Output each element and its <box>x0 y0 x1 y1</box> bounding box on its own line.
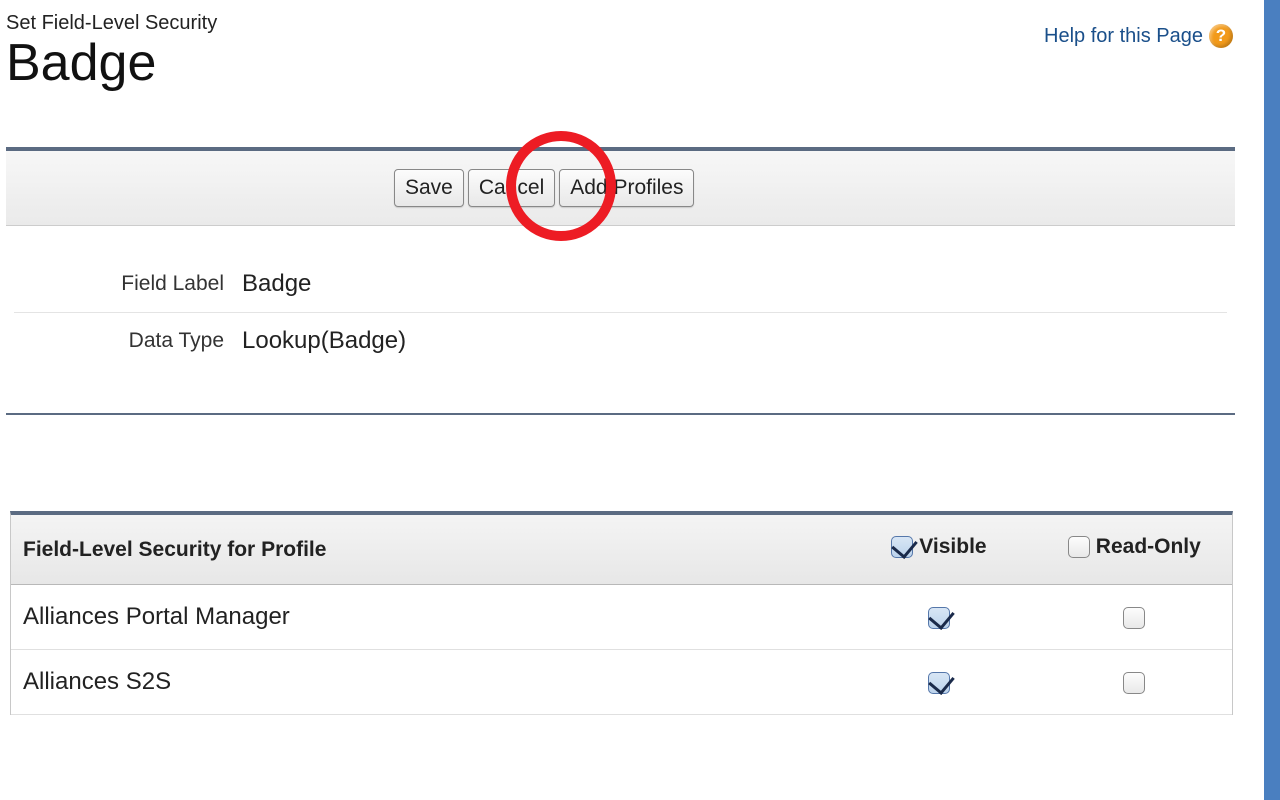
visible-cell <box>841 650 1036 715</box>
column-header-readonly: Read-Only <box>1037 515 1232 585</box>
table-row: Alliances Portal Manager <box>11 585 1232 650</box>
profile-security-table: Field-Level Security for Profile Visible… <box>11 515 1232 715</box>
scrollbar-track[interactable] <box>1264 0 1280 800</box>
field-label-name: Field Label <box>14 272 242 296</box>
visible-cell <box>841 585 1036 650</box>
visible-select-all-checkbox[interactable] <box>891 536 913 558</box>
field-detail-panel: Save Cancel Add Profiles Field Label Bad… <box>6 147 1235 415</box>
profile-security-panel: Field-Level Security for Profile Visible… <box>10 511 1233 715</box>
data-type-name: Data Type <box>14 329 242 353</box>
field-label-value: Badge <box>242 270 311 298</box>
button-bar: Save Cancel Add Profiles <box>6 151 1235 226</box>
help-link-label: Help for this Page <box>1044 25 1203 48</box>
help-for-this-page-link[interactable]: Help for this Page ? <box>1044 24 1233 48</box>
page-heading: Set Field-Level Security Badge <box>6 12 217 89</box>
column-header-profile: Field-Level Security for Profile <box>11 515 841 585</box>
profile-name-cell: Alliances Portal Manager <box>11 585 841 650</box>
cancel-button[interactable]: Cancel <box>468 169 555 207</box>
readonly-select-all-checkbox[interactable] <box>1068 536 1090 558</box>
visible-checkbox[interactable] <box>928 672 950 694</box>
add-profiles-button[interactable]: Add Profiles <box>559 169 694 207</box>
readonly-checkbox[interactable] <box>1123 672 1145 694</box>
data-type-value: Lookup(Badge) <box>242 327 406 355</box>
save-button[interactable]: Save <box>394 169 464 207</box>
readonly-cell <box>1037 650 1232 715</box>
help-icon: ? <box>1209 24 1233 48</box>
column-header-visible-label: Visible <box>919 535 986 559</box>
column-header-readonly-label: Read-Only <box>1096 535 1201 559</box>
page-subtitle: Set Field-Level Security <box>6 12 217 35</box>
page-title: Badge <box>6 37 217 89</box>
readonly-cell <box>1037 585 1232 650</box>
profile-name-cell: Alliances S2S <box>11 650 841 715</box>
table-row: Alliances S2S <box>11 650 1232 715</box>
column-header-visible: Visible <box>841 515 1036 585</box>
visible-checkbox[interactable] <box>928 607 950 629</box>
readonly-checkbox[interactable] <box>1123 607 1145 629</box>
